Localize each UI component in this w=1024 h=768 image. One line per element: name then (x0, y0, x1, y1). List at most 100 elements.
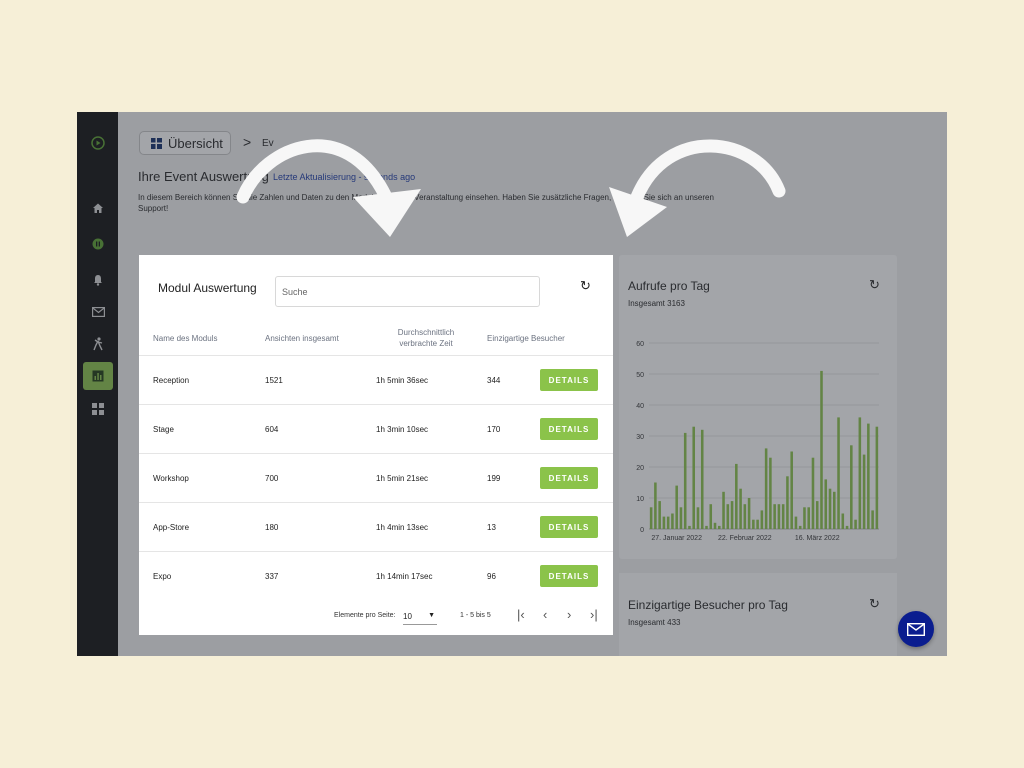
chart-bar[interactable] (854, 519, 857, 529)
chart-bar[interactable] (760, 510, 764, 529)
chart-bar[interactable] (773, 504, 776, 529)
chart-bar[interactable] (781, 504, 785, 529)
table-row: Workshop 700 1h 5min 21sec 199 DETAILS (139, 453, 613, 503)
mail-icon[interactable] (83, 298, 113, 326)
chart-bar[interactable] (683, 432, 687, 529)
chart-bar[interactable] (662, 516, 666, 529)
chart-bar[interactable] (786, 476, 789, 529)
details-button[interactable]: DETAILS (540, 516, 598, 538)
details-button[interactable]: DETAILS (540, 369, 598, 391)
chart-bar[interactable] (726, 504, 730, 529)
chart-bar[interactable] (666, 516, 670, 529)
contact-fab-button[interactable] (898, 611, 934, 647)
details-button[interactable]: DETAILS (540, 418, 598, 440)
chart-bar[interactable] (752, 519, 755, 529)
per-page-select[interactable]: 10 ▼ (403, 612, 437, 625)
chart-bar[interactable] (845, 525, 849, 529)
module-name: Expo (153, 572, 172, 581)
chart-bar[interactable] (722, 491, 725, 529)
module-name: Workshop (153, 474, 189, 483)
chart-bar[interactable] (862, 454, 866, 529)
chart-bar[interactable] (875, 426, 879, 529)
chart-bar[interactable] (833, 491, 836, 529)
module-views: 180 (265, 523, 279, 532)
curved-arrow-left-icon (236, 139, 421, 237)
chart-bar[interactable] (858, 417, 862, 529)
chart-bar[interactable] (807, 507, 810, 529)
chart-bar[interactable] (871, 510, 874, 529)
chart-bar[interactable] (700, 429, 704, 529)
chart-bar[interactable] (718, 525, 721, 529)
chart-bar[interactable] (658, 501, 661, 529)
home-icon[interactable] (83, 194, 113, 222)
analytics-icon[interactable] (83, 362, 113, 390)
module-evaluation-card: Modul Auswertung ↻ Name des Moduls Ansic… (139, 255, 613, 635)
last-page-icon[interactable]: ›| (590, 607, 598, 622)
module-name: Reception (153, 376, 190, 385)
calls-refresh-icon[interactable]: ↻ (869, 277, 880, 293)
chart-bar[interactable] (713, 522, 717, 529)
module-visitors: 344 (487, 376, 501, 385)
chart-bar[interactable] (769, 457, 772, 529)
chart-bar[interactable] (824, 479, 828, 529)
bell-icon[interactable] (83, 266, 113, 294)
module-views: 700 (265, 474, 279, 483)
overview-button[interactable]: Übersicht (139, 131, 231, 155)
chart-bar[interactable] (709, 504, 713, 529)
chart-bar[interactable] (837, 417, 840, 529)
chart-bar[interactable] (841, 513, 845, 530)
overview-label: Übersicht (168, 135, 223, 151)
chart-bar[interactable] (803, 507, 806, 529)
chart-bar[interactable] (675, 485, 678, 529)
modules-refresh-icon[interactable]: ↻ (580, 278, 591, 294)
chart-bar[interactable] (756, 519, 759, 529)
logo-icon[interactable] (83, 129, 113, 157)
chart-bar[interactable] (764, 448, 768, 529)
module-visitors: 170 (487, 425, 501, 434)
chart-bar[interactable] (850, 445, 853, 529)
chart-bar[interactable] (811, 457, 815, 529)
chart-bar[interactable] (747, 498, 751, 529)
chart-bar[interactable] (679, 507, 683, 529)
next-page-icon[interactable]: › (567, 607, 571, 622)
chart-bar[interactable] (794, 516, 798, 529)
grid-icon[interactable] (83, 395, 113, 423)
chart-bar[interactable] (654, 482, 657, 530)
y-tick-label: 10 (636, 496, 644, 503)
table-row: App-Store 180 1h 4min 13sec 13 DETAILS (139, 502, 613, 552)
y-tick-label: 40 (636, 403, 644, 410)
chart-bar[interactable] (730, 501, 734, 529)
chart-bar[interactable] (777, 504, 781, 529)
chart-bar[interactable] (828, 488, 832, 529)
chart-bar[interactable] (815, 501, 819, 529)
chart-bar[interactable] (820, 370, 823, 529)
table-row: Expo 337 1h 14min 17sec 96 DETAILS (139, 551, 613, 601)
y-tick-label: 60 (636, 341, 644, 348)
module-visitors: 96 (487, 572, 496, 581)
chart-bar[interactable] (705, 525, 708, 529)
chart-bar[interactable] (671, 513, 674, 530)
visitors-refresh-icon[interactable]: ↻ (869, 596, 880, 612)
details-button[interactable]: DETAILS (540, 467, 598, 489)
chart-bar[interactable] (735, 463, 738, 529)
x-tick-label: 16. März 2022 (795, 535, 840, 542)
chart-bar[interactable] (692, 426, 695, 529)
chart-bar[interactable] (739, 488, 742, 529)
chart-bar[interactable] (649, 507, 653, 529)
chart-bar[interactable] (688, 525, 691, 529)
search-input[interactable] (275, 276, 540, 307)
chart-bar[interactable] (798, 525, 802, 529)
chart-bar[interactable] (696, 507, 700, 529)
first-page-icon[interactable]: |‹ (517, 607, 525, 622)
module-visitors: 13 (487, 523, 496, 532)
y-tick-label: 0 (640, 527, 644, 534)
live-icon[interactable] (83, 230, 113, 258)
chart-bar[interactable] (790, 451, 793, 530)
module-time: 1h 5min 21sec (376, 474, 429, 483)
chart-bar[interactable] (867, 423, 870, 529)
chart-bar[interactable] (743, 504, 747, 529)
prev-page-icon[interactable]: ‹ (543, 607, 547, 622)
person-icon[interactable] (83, 330, 113, 358)
calls-total: Insgesamt 3163 (628, 299, 685, 308)
details-button[interactable]: DETAILS (540, 565, 598, 587)
